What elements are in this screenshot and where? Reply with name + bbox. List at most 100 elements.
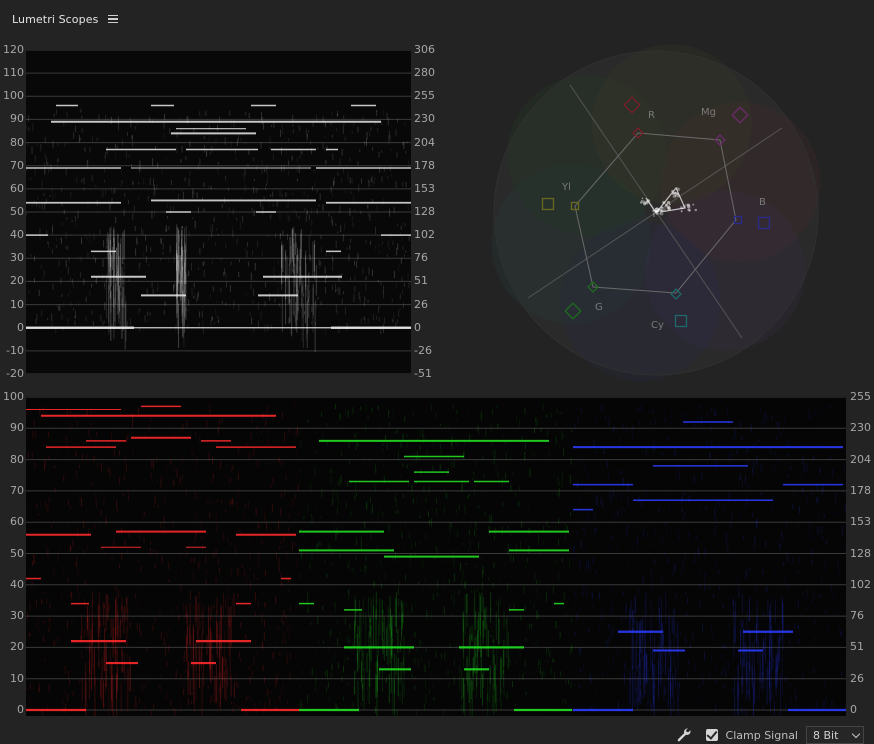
- parade-trace: [600, 611, 602, 620]
- parade-trace: [41, 598, 43, 605]
- parade-trace: [184, 644, 186, 648]
- parade-trace: [128, 494, 130, 501]
- waveform-trace: [263, 122, 265, 130]
- waveform-trace: [404, 283, 406, 287]
- parade-trace: [769, 660, 771, 702]
- parade-trace: [190, 446, 192, 455]
- parade-trace: [662, 451, 664, 456]
- waveform-trace: [221, 230, 223, 235]
- parade-trace: [486, 606, 488, 651]
- parade-trace: [217, 674, 219, 714]
- parade-trace: [334, 601, 336, 607]
- parade-trace: [149, 547, 151, 556]
- waveform-trace: [236, 138, 238, 146]
- waveform-trace: [89, 147, 91, 153]
- parade-trace: [138, 698, 140, 704]
- parade-trace: [376, 657, 378, 697]
- waveform-trace: [102, 190, 104, 198]
- waveform-trace: [78, 301, 80, 307]
- parade-trace: [579, 497, 581, 503]
- waveform-trace: [79, 137, 81, 141]
- parade-trace: [677, 528, 679, 534]
- parade-trace: [471, 590, 473, 593]
- parade-trace: [325, 670, 327, 677]
- parade-trace: [168, 579, 170, 583]
- parade-trace: [733, 551, 735, 554]
- parade-trace: [91, 600, 93, 644]
- waveform-trace: [256, 188, 258, 194]
- parade-trace: [43, 620, 45, 624]
- parade-trace: [795, 572, 797, 575]
- parade-trace: [792, 491, 794, 498]
- parade-trace: [40, 501, 42, 509]
- parade-trace: [648, 632, 650, 642]
- parade-trace: [185, 487, 187, 496]
- parade-trace: [90, 406, 92, 410]
- parade-trace: [716, 680, 718, 684]
- parade-trace: [553, 660, 555, 663]
- parade-trace: [614, 643, 616, 651]
- waveform-trace: [57, 305, 59, 308]
- parade-trace: [609, 623, 611, 633]
- waveform-trace: [341, 148, 343, 156]
- parade-trace: [520, 541, 522, 550]
- waveform-trace: [83, 278, 85, 285]
- clamp-signal-checkbox[interactable]: [705, 729, 718, 741]
- parade-trace: [512, 556, 514, 563]
- parade-trace: [571, 618, 573, 623]
- parade-trace: [489, 514, 491, 523]
- parade-trace: [93, 650, 95, 688]
- waveform-trace: [194, 293, 196, 299]
- parade-trace: [285, 614, 287, 619]
- waveform-trace: [257, 240, 259, 247]
- parade-trace: [375, 674, 377, 698]
- parade-trace: [144, 684, 146, 689]
- parade-trace: [583, 662, 585, 672]
- waveform-trace: [199, 111, 201, 116]
- parade-trace: [490, 514, 492, 523]
- waveform-trace: [122, 278, 124, 285]
- parade-trace: [551, 702, 553, 706]
- parade-trace: [310, 482, 312, 491]
- parade-trace: [419, 430, 421, 438]
- wrench-icon[interactable]: [676, 727, 692, 743]
- parade-trace: [428, 688, 430, 694]
- parade-trace: [32, 461, 34, 466]
- parade-trace: [270, 483, 272, 488]
- parade-trace: [381, 668, 383, 692]
- waveform-trace: [149, 312, 151, 316]
- parade-trace: [209, 403, 211, 412]
- parade-trace: [654, 663, 656, 688]
- parade-trace: [745, 570, 747, 579]
- parade-trace: [718, 501, 720, 507]
- parade-trace: [799, 570, 801, 573]
- parade-trace: [135, 594, 137, 599]
- parade-trace: [605, 637, 607, 645]
- parade-trace: [307, 504, 309, 512]
- parade-trace: [772, 633, 774, 672]
- parade-trace: [26, 416, 28, 422]
- bit-depth-dropdown[interactable]: 8 Bit: [806, 726, 864, 744]
- waveform-trace: [36, 314, 38, 321]
- vectorscope-trace: [676, 192, 679, 195]
- parade-trace: [675, 666, 677, 688]
- parade-trace: [796, 703, 798, 710]
- parade-trace: [710, 623, 712, 632]
- panel-menu-icon[interactable]: [108, 14, 119, 24]
- parade-trace: [642, 530, 644, 538]
- parade-trace: [610, 666, 612, 669]
- parade-trace: [435, 545, 437, 551]
- parade-trace: [180, 679, 182, 685]
- parade-trace: [754, 537, 756, 544]
- parade-trace: [307, 693, 309, 703]
- parade-trace: [126, 653, 128, 661]
- parade-trace: [525, 564, 527, 571]
- parade-trace: [100, 679, 102, 698]
- parade-trace: [746, 610, 748, 634]
- parade-trace: [215, 577, 217, 583]
- waveform-trace: [286, 215, 288, 221]
- parade-trace: [645, 591, 647, 627]
- parade-trace: [824, 568, 826, 572]
- parade-trace: [220, 682, 222, 710]
- parade-trace: [443, 506, 445, 514]
